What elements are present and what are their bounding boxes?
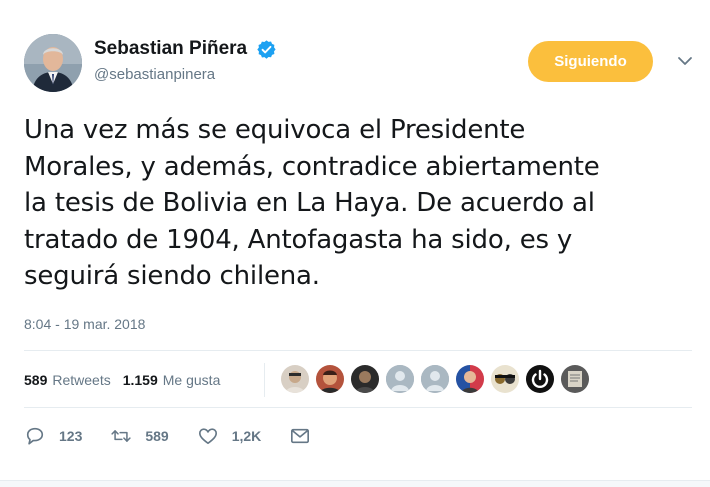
following-button[interactable]: Siguiendo (528, 41, 653, 82)
retweet-action[interactable]: 589 (110, 426, 169, 446)
tweet-text-line: tratado de 1904, Antofagasta ha sido, es… (24, 224, 573, 255)
tweet-text-line: seguirá siendo chilena. (24, 261, 320, 291)
tweet-card: Sebastian Piñera @sebastianpinera Siguie… (0, 0, 710, 487)
tweet-text: Una vez más se equivoca el Presidente Mo… (24, 112, 696, 295)
tweet-timestamp[interactable]: 8:04 - 19 mar. 2018 (24, 316, 145, 332)
default-avatar-silhouette-icon (386, 365, 414, 393)
footer-bar (0, 480, 710, 487)
liker-avatar-image (281, 365, 309, 393)
tweet-actions: 123 589 1,2K (24, 424, 339, 448)
retweets-label: Retweets (52, 372, 111, 388)
tweet-stats: 589 Retweets 1.159 Me gusta (24, 363, 265, 397)
tweet-header: Sebastian Piñera @sebastianpinera Siguie… (24, 34, 696, 94)
like-count: 1,2K (231, 428, 262, 444)
liker-avatar[interactable] (351, 365, 379, 393)
verified-badge-icon (257, 39, 276, 59)
user-handle[interactable]: @sebastianpinera (94, 66, 277, 83)
liker-avatar-image (491, 365, 519, 393)
liker-avatar-image (561, 365, 589, 393)
liker-avatar[interactable] (316, 365, 344, 393)
stats-separator (264, 363, 265, 397)
default-avatar-silhouette-icon (421, 365, 449, 393)
divider (24, 350, 692, 351)
retweet-count: 589 (145, 428, 169, 444)
liker-avatar[interactable] (281, 365, 309, 393)
reply-action[interactable]: 123 (24, 426, 82, 446)
heart-icon (198, 428, 217, 445)
tweet-text-line: Una vez más se equivoca el Presidente (24, 115, 526, 145)
user-avatar[interactable] (24, 34, 82, 92)
envelope-icon (291, 428, 310, 444)
retweets-count: 589 (24, 372, 48, 388)
tweet-text-line: la tesis de Bolivia en La Haya. De acuer… (24, 188, 595, 218)
divider (24, 407, 692, 408)
liker-avatar[interactable] (456, 365, 484, 393)
display-name[interactable]: Sebastian Piñera (94, 38, 247, 60)
power-logo-avatar[interactable] (526, 365, 554, 393)
liker-avatar-image (456, 365, 484, 393)
liker-avatar[interactable] (561, 365, 589, 393)
liker-avatars (281, 365, 596, 395)
retweets-stat[interactable]: 589 Retweets (24, 372, 111, 388)
user-block: Sebastian Piñera @sebastianpinera (94, 38, 277, 83)
retweet-icon (111, 430, 132, 442)
reply-icon (26, 427, 44, 445)
likes-label: Me gusta (162, 372, 221, 388)
default-egg-avatar[interactable] (421, 365, 449, 393)
likes-count: 1.159 (122, 372, 158, 388)
like-action[interactable]: 1,2K (197, 426, 262, 446)
reply-count: 123 (59, 428, 83, 444)
default-egg-avatar[interactable] (386, 365, 414, 393)
tweet-text-line: Morales, y además, contradice abiertamen… (24, 151, 600, 182)
user-avatar-image (24, 34, 82, 92)
likes-stat[interactable]: 1.159 Me gusta (123, 372, 221, 388)
liker-avatar-image (316, 365, 344, 393)
liker-avatar-image (351, 365, 379, 393)
power-icon (526, 365, 554, 393)
liker-avatar[interactable] (491, 365, 519, 393)
chevron-down-icon[interactable] (676, 54, 694, 68)
direct-message-action[interactable] (289, 426, 311, 446)
